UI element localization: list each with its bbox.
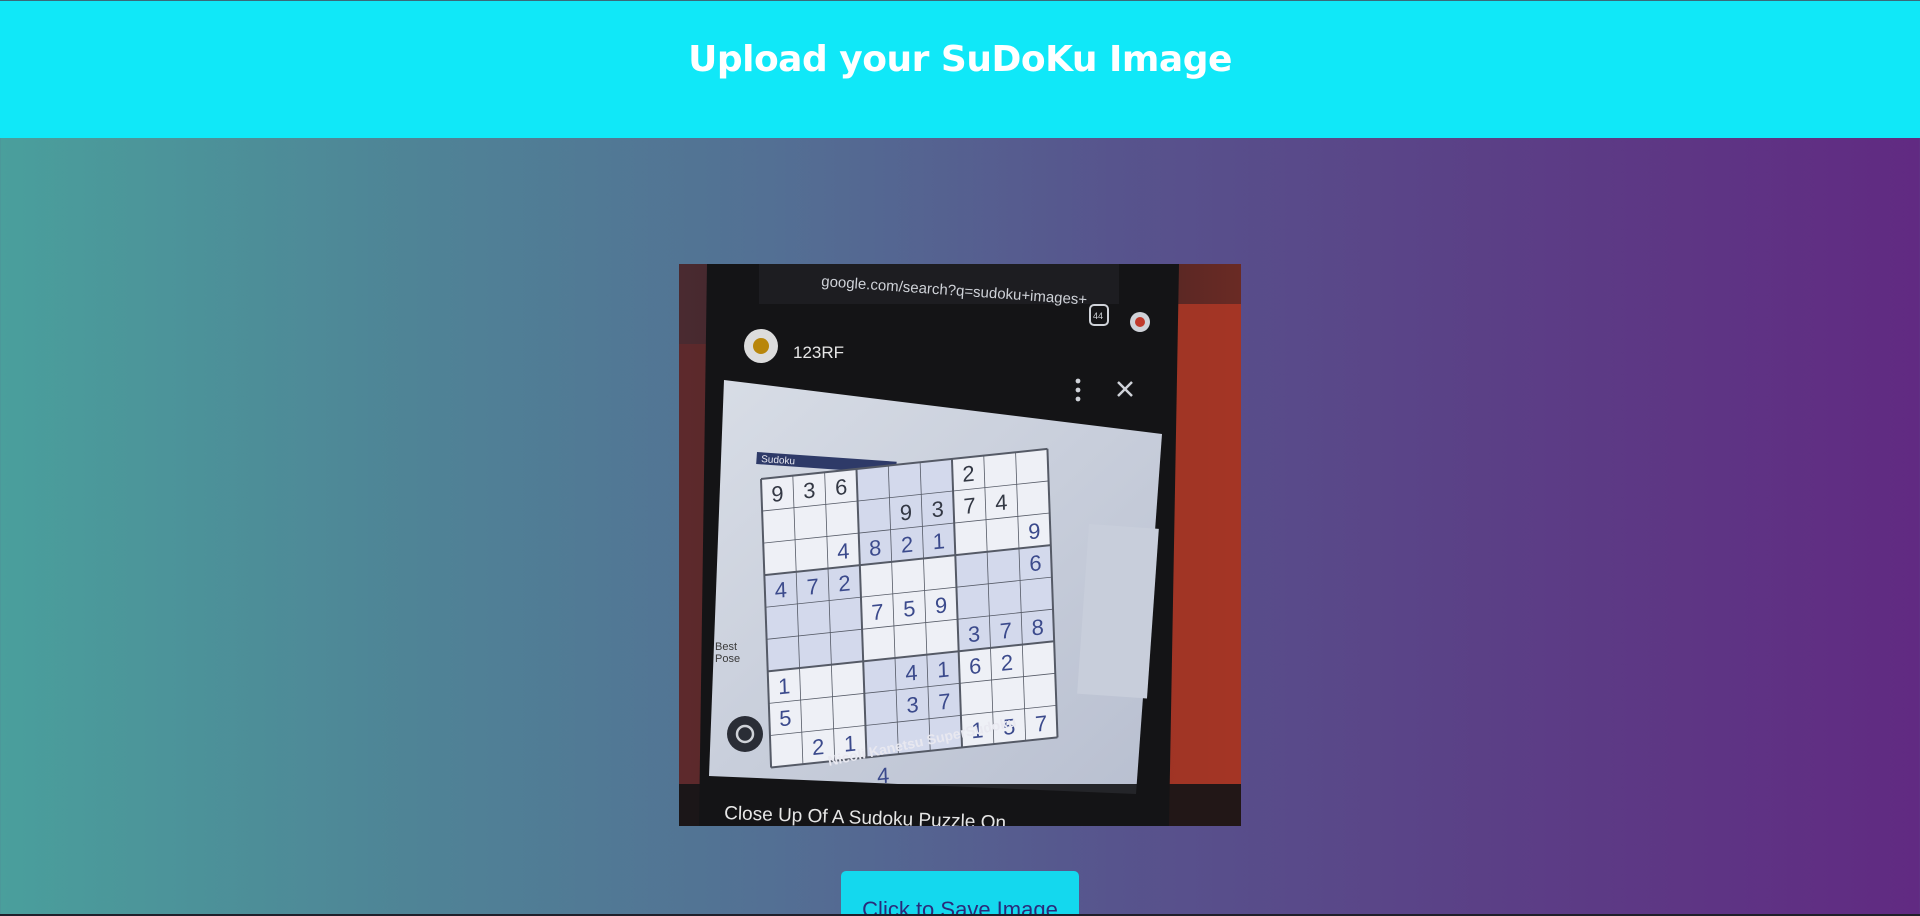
sudoku-digit: 6 <box>835 474 848 500</box>
sudoku-digit: 7 <box>938 688 951 714</box>
sudoku-digit: 2 <box>1000 650 1013 676</box>
sudoku-digit: 8 <box>1031 614 1044 640</box>
sudoku-digit: 4 <box>905 660 918 686</box>
sudoku-digit: 7 <box>999 618 1012 644</box>
sudoku-digit: 5 <box>903 596 916 622</box>
svg-text:44: 44 <box>1093 311 1103 321</box>
sudoku-digit: 8 <box>869 535 882 561</box>
side-label-2: Pose <box>715 653 740 665</box>
sudoku-digit: 2 <box>962 461 975 487</box>
sudoku-digit: 2 <box>812 734 825 760</box>
sudoku-digit: 7 <box>963 493 976 519</box>
sudoku-digit: 3 <box>803 477 816 503</box>
sudoku-digit: 4 <box>995 489 1008 515</box>
sudoku-digit: 1 <box>778 673 791 699</box>
sudoku-digit: 2 <box>838 570 851 596</box>
sudoku-digit: 4 <box>837 538 850 564</box>
sudoku-digit: 1 <box>937 656 950 682</box>
source-name: 123RF <box>793 343 844 362</box>
google-lens-icon <box>727 716 763 752</box>
sudoku-digit: 9 <box>1028 518 1041 544</box>
sudoku-digit: 7 <box>806 574 819 600</box>
sudoku-digit: 6 <box>1029 550 1042 576</box>
sudoku-digit: 4 <box>774 577 787 603</box>
sudoku-digit: 9 <box>771 481 784 507</box>
sudoku-digit: 3 <box>906 692 919 718</box>
sudoku-digit: 5 <box>779 705 792 731</box>
sudoku-digit: 3 <box>968 621 981 647</box>
sudoku-digit: 2 <box>901 531 914 557</box>
side-label-1: Best <box>715 641 737 653</box>
more-vert-icon <box>1075 378 1081 402</box>
save-image-button[interactable]: Click to Save Image <box>841 871 1079 916</box>
sudoku-digit: 9 <box>935 592 948 618</box>
page-title: Upload your SuDoKu Image <box>688 39 1232 80</box>
sudoku-digit: 7 <box>871 599 884 625</box>
sudoku-digit: 3 <box>931 496 944 522</box>
sudoku-digit: 1 <box>932 528 945 554</box>
page-header: Upload your SuDoKu Image <box>0 1 1920 138</box>
sudoku-digit: 9 <box>899 499 912 525</box>
sudoku-digit: 7 <box>1035 710 1048 736</box>
sudoku-digit: 6 <box>969 653 982 679</box>
uploaded-sudoku-photo: google.com/search?q=sudoku+images+ 44 12… <box>679 264 1241 826</box>
